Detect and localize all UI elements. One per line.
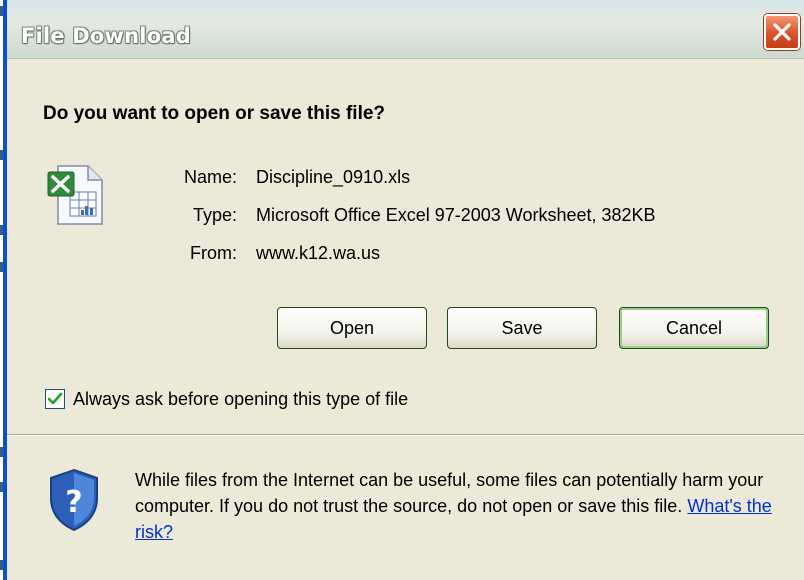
checkmark-icon: [47, 392, 63, 405]
from-label: From:: [190, 243, 237, 263]
file-download-dialog: File Download Do you want to open or sav…: [3, 0, 804, 580]
window-title: File Download: [21, 24, 191, 48]
close-button[interactable]: [764, 14, 800, 50]
close-icon: [773, 23, 791, 41]
security-warning: While files from the Internet can be use…: [135, 467, 795, 545]
cancel-button[interactable]: Cancel: [619, 307, 769, 349]
svg-text:?: ?: [65, 485, 82, 520]
file-name: Discipline_0910.xls: [256, 167, 411, 187]
always-ask-checkbox[interactable]: [45, 389, 65, 409]
name-label: Name:: [183, 167, 237, 187]
always-ask-label[interactable]: Always ask before opening this type of f…: [73, 389, 408, 410]
title-bar[interactable]: File Download: [7, 0, 804, 59]
dialog-question: Do you want to open or save this file?: [43, 103, 386, 124]
type-label: Type:: [192, 205, 237, 225]
warning-text: While files from the Internet can be use…: [135, 470, 764, 516]
save-button[interactable]: Save: [447, 307, 597, 349]
security-shield-icon: ?: [47, 468, 101, 537]
excel-file-icon: [44, 162, 110, 233]
open-button[interactable]: Open: [277, 307, 427, 349]
divider: [7, 434, 804, 436]
file-type: Microsoft Office Excel 97-2003 Worksheet…: [256, 205, 656, 225]
file-source: www.k12.wa.us: [256, 243, 381, 263]
